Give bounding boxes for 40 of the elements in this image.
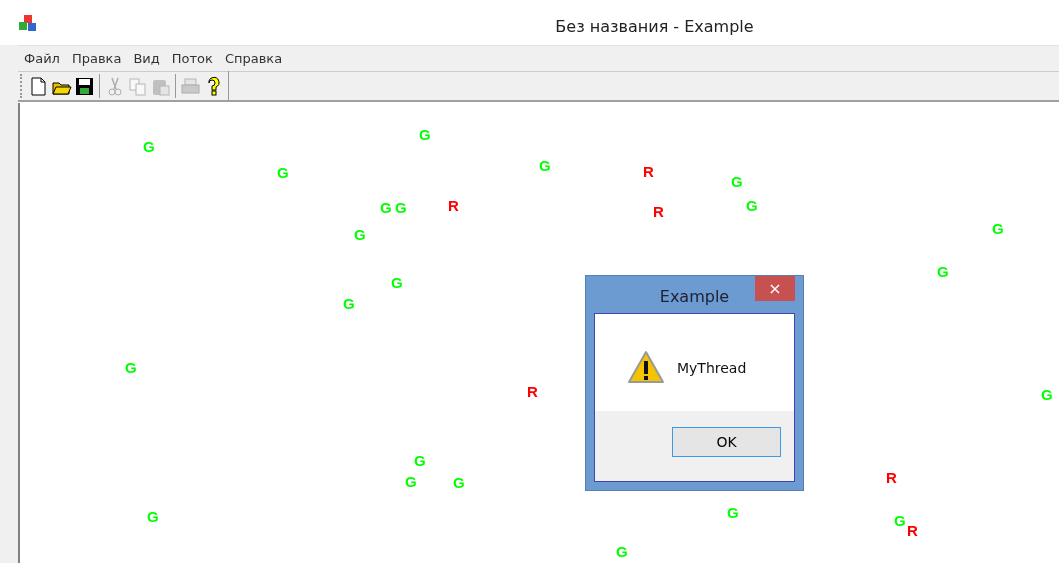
canvas-letter: G <box>395 200 407 215</box>
canvas-letter: R <box>886 470 897 485</box>
canvas-letter: G <box>731 174 743 189</box>
canvas-letter: G <box>453 475 465 490</box>
warning-icon <box>627 350 665 384</box>
canvas-letter: G <box>1041 387 1053 402</box>
canvas-letter: G <box>343 296 355 311</box>
canvas-letter: G <box>937 264 949 279</box>
canvas-letter: G <box>414 453 426 468</box>
canvas-letter: G <box>380 200 392 215</box>
menu-item[interactable]: Поток <box>165 43 219 74</box>
menu-item[interactable]: Файл <box>18 43 66 74</box>
menu-item[interactable]: Вид <box>127 43 166 74</box>
canvas-letter: G <box>894 513 906 528</box>
canvas-letter: G <box>539 158 551 173</box>
canvas-letter: R <box>907 523 918 538</box>
canvas-letter: G <box>354 227 366 242</box>
close-button[interactable]: × <box>755 276 795 301</box>
canvas-letter: G <box>147 509 159 524</box>
canvas-letter: R <box>643 164 654 179</box>
canvas-letter: G <box>616 544 628 559</box>
canvas-letter: G <box>143 139 155 154</box>
canvas-letter: G <box>992 221 1004 236</box>
canvas-letter: G <box>277 165 289 180</box>
menu-item[interactable]: Правка <box>65 43 128 74</box>
canvas-letter: G <box>405 474 417 489</box>
canvas-letter: G <box>727 505 739 520</box>
canvas-letter: R <box>653 204 664 219</box>
window-title: Без названия - Example <box>555 17 754 36</box>
canvas-letter: G <box>391 275 403 290</box>
canvas-letter: G <box>746 198 758 213</box>
canvas-letter: G <box>419 127 431 142</box>
canvas-letter: R <box>527 384 538 399</box>
canvas-letter: R <box>448 198 459 213</box>
canvas-letter: G <box>125 360 137 375</box>
ok-button[interactable]: OK <box>672 427 781 457</box>
dialog-title: Example <box>659 287 730 306</box>
dialog-message: MyThread <box>677 359 747 378</box>
app-icon <box>18 14 38 34</box>
menu-item[interactable]: Справка <box>218 43 289 74</box>
